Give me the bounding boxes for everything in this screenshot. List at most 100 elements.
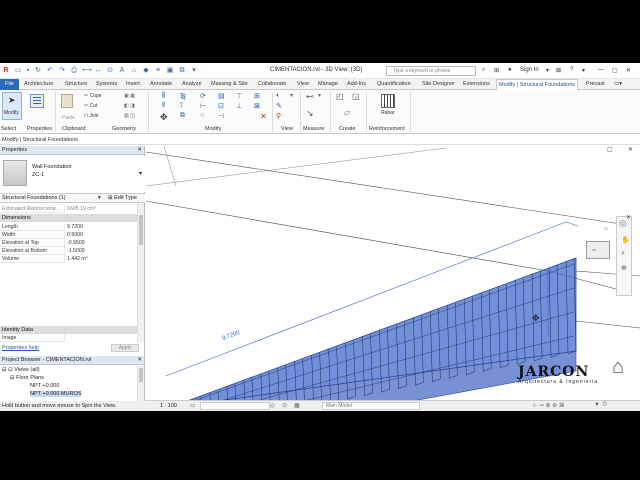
search-input[interactable]: Type a keyword or phrase [386,66,476,76]
create-similar-icon[interactable]: ▱ [344,108,350,117]
property-value[interactable]: -0.9500 [64,239,137,247]
property-row[interactable]: Length 9.7200 [0,223,137,231]
mirror-line-icon[interactable]: ⟟ [180,102,183,110]
paste-icon[interactable] [61,94,73,108]
panel-select-label[interactable]: Select [1,126,16,132]
create-part-icon[interactable]: ◰ [336,92,344,101]
filter-dropdown-icon[interactable]: ▾ [98,194,101,203]
selection-toggles-icon[interactable]: ⊹ ⊸ ⊗ ⊛ ⌘ [532,402,565,409]
property-value[interactable]: -1.5000 [64,247,137,255]
sign-in-dropdown-icon[interactable]: ▾ [546,67,549,74]
tab-precast[interactable]: Precast [584,79,607,90]
geometry-tool-icon[interactable]: ▣ ▦ [124,93,135,99]
delete-icon[interactable]: ✕ [260,112,267,121]
main-model-selector[interactable]: Main Model [322,402,420,410]
pin-element-icon[interactable]: ⊠ [254,102,260,110]
3d-viewport[interactable]: ✥ 9.7200 ••• ⌂ ◎ ✋ ⌕ ⊕ ✕ ✕ ▢ JARCON Arqu… [146,146,640,400]
move-icon[interactable]: ✥ [160,112,168,123]
measure-dropdown-icon[interactable]: ▾ [318,92,321,99]
view-cube[interactable] [586,241,610,259]
copy-icon[interactable]: ⧉ [180,112,185,120]
close-icon[interactable]: ✕ [137,356,142,365]
tab-massing-site[interactable]: Massing & Site [209,79,250,90]
split-gap-icon[interactable]: ⊞ [254,92,260,100]
3d-view-icon[interactable]: ⌂ [130,67,138,75]
property-value[interactable]: 1.442 m³ [64,255,137,263]
view-scale[interactable]: 1 : 100 [160,401,177,411]
split-icon[interactable]: ○ [200,112,204,119]
cope-button[interactable]: ✂ Cope [84,93,102,99]
property-value[interactable]: 9.7200 [64,223,137,231]
property-value[interactable]: 0.5000 [64,231,137,239]
trim-icon[interactable]: ⊢ [200,102,206,110]
offset-icon[interactable]: ⫴ [162,102,165,110]
unpin-icon[interactable]: ⊥ [236,102,242,110]
orbit-icon[interactable]: ⊕ [621,264,627,272]
rebar-icon[interactable] [381,94,395,108]
reveal-hidden-icon[interactable]: ◎ [270,401,275,411]
revit-logo-icon[interactable]: R [2,67,10,75]
modify-button[interactable]: ➤ Modify [2,92,22,120]
paste-button[interactable]: Paste [62,115,75,121]
edit-type-button[interactable]: ⊞ Edit Type [108,194,137,203]
maximize-icon[interactable]: ▢ [612,67,618,74]
create-group-icon[interactable]: ◲ [352,92,360,101]
mirror-axis-icon[interactable]: ⧎ [180,92,186,100]
properties-scrollbar[interactable] [137,203,144,342]
trim-extend-icon[interactable]: ⊤ [236,92,242,100]
detail-level-icon[interactable]: ▭ [190,401,195,411]
sync-icon[interactable]: ↻ [34,67,42,75]
switch-windows-icon[interactable]: ⧉ [178,67,186,75]
tab-collaborate[interactable]: Collaborate [256,79,288,90]
view-cube-home-icon[interactable]: ⌂ [604,226,608,232]
text-icon[interactable]: A [118,67,126,75]
workset-field[interactable] [200,402,270,410]
rebar-button[interactable]: Rebar [381,110,395,116]
measure-dimension-icon[interactable]: ↘ [306,108,314,119]
thin-lines-icon[interactable]: ≡ [154,67,162,75]
measure-distance-icon[interactable]: ⊷ [306,92,314,101]
pin-icon[interactable]: ⊣ [218,112,224,120]
tab-annotate[interactable]: Annotate [148,79,174,90]
view-dropdown-icon[interactable]: ▾ [290,92,293,99]
rotate-icon[interactable]: ⟳ [200,92,206,100]
geometry-tool-icon[interactable]: ◧ ◨ [124,103,135,109]
close-icon[interactable]: ✕ [137,146,142,155]
scroll-thumb[interactable] [139,368,143,382]
property-row[interactable]: Image [0,334,137,342]
redo-icon[interactable]: ↷ [58,67,66,75]
close-icon[interactable]: ✕ [626,67,631,74]
tab-systems[interactable]: Systems [94,79,119,90]
open-icon[interactable]: ▭ [14,67,22,75]
sign-in-link[interactable]: Sign In [520,67,539,73]
measure-icon[interactable]: ⟷ [82,67,92,75]
save-icon[interactable]: ▪ [24,67,32,75]
join-button[interactable]: ⊓ Join [84,113,98,119]
property-row[interactable]: Width 0.5000 [0,231,137,239]
zoom-icon[interactable]: ⌕ [621,250,625,258]
tree-item[interactable]: NPT +0.000 MUROS [2,390,82,398]
close-navbar-icon[interactable]: ✕ [626,214,631,221]
tab-add-ins[interactable]: Add-Ins [345,79,368,90]
group-identity-data[interactable]: Identity Data [0,326,137,334]
tab-architecture[interactable]: Architecture [22,79,55,90]
scale-icon[interactable]: ⊡ [218,102,224,110]
property-row[interactable]: Volume 1.442 m³ [0,255,137,263]
property-row[interactable]: Estimated Reinforceme... 6605.19 cm³ [0,205,137,213]
close-hidden-icon[interactable]: ▣ [166,67,174,75]
design-options-icon[interactable]: ▦ [294,402,300,409]
tab-analyze[interactable]: Analyze [180,79,204,90]
tree-item[interactable]: ⊟ Floor Plans [2,374,81,382]
tab-extensions[interactable]: Extensions [461,79,492,90]
pan-icon[interactable]: ✋ [621,236,630,244]
restore-view-icon[interactable]: ▢ [607,146,613,153]
scroll-thumb[interactable] [139,215,143,245]
dimension-icon[interactable]: ↔ [94,67,102,75]
tab-manage[interactable]: Manage [316,79,340,90]
close-view-icon[interactable]: ✕ [628,146,633,153]
type-selector[interactable]: Wall Foundation ZC-1 ▾ [0,156,145,192]
property-row[interactable]: Elevation at Bottom -1.5000 [0,247,137,255]
instance-filter[interactable]: Structural Foundations (1) ▾ ⊞ Edit Type [0,193,145,203]
temp-hide-icon[interactable]: ⚲ [276,112,281,120]
help-icon[interactable]: ? [570,67,573,73]
